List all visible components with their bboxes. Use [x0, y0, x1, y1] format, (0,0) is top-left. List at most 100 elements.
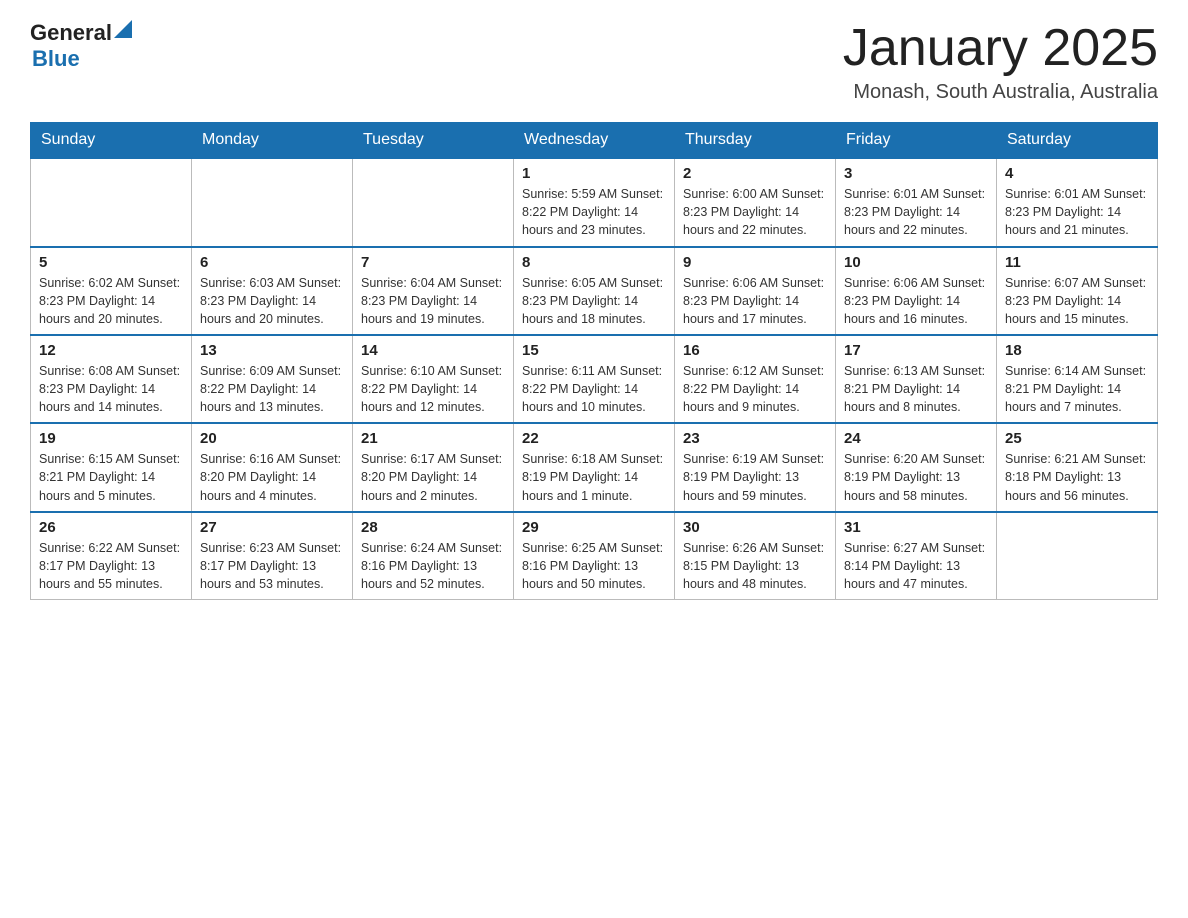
day-info: Sunrise: 6:18 AM Sunset: 8:19 PM Dayligh…	[522, 450, 666, 504]
calendar-cell: 23 Sunrise: 6:19 AM Sunset: 8:19 PM Dayli…	[675, 423, 836, 511]
calendar-week-row-1: 1 Sunrise: 5:59 AM Sunset: 8:22 PM Daylig…	[31, 158, 1158, 246]
day-number: 31	[844, 519, 988, 536]
day-info: Sunrise: 6:19 AM Sunset: 8:19 PM Dayligh…	[683, 450, 827, 504]
calendar-header-row: SundayMondayTuesdayWednesdayThursdayFrid…	[31, 123, 1158, 159]
calendar-cell: 29Sunrise: 6:25 AM Sunset: 8:16 PM Dayli…	[514, 512, 675, 600]
day-info: Sunrise: 6:17 AM Sunset: 8:20 PM Dayligh…	[361, 450, 505, 504]
calendar-cell: 5 Sunrise: 6:02 AM Sunset: 8:23 PM Daylig…	[31, 247, 192, 335]
calendar-cell: 8 Sunrise: 6:05 AM Sunset: 8:23 PM Daylig…	[514, 247, 675, 335]
calendar-cell: 19Sunrise: 6:15 AM Sunset: 8:21 PM Dayli…	[31, 423, 192, 511]
day-number: 28	[361, 519, 505, 536]
day-info: Sunrise: 6:23 AM Sunset: 8:17 PM Dayligh…	[200, 539, 344, 593]
day-number: 7	[361, 254, 505, 271]
calendar-cell	[997, 512, 1158, 600]
day-number: 29	[522, 519, 666, 536]
day-number: 15	[522, 342, 666, 359]
day-number: 21	[361, 430, 505, 447]
calendar-cell: 17 Sunrise: 6:13 AM Sunset: 8:21 PM Dayli…	[836, 335, 997, 423]
calendar-cell: 1 Sunrise: 5:59 AM Sunset: 8:22 PM Daylig…	[514, 158, 675, 246]
calendar-cell: 6Sunrise: 6:03 AM Sunset: 8:23 PM Daylig…	[192, 247, 353, 335]
calendar-header-wednesday: Wednesday	[514, 123, 675, 159]
day-info: Sunrise: 6:27 AM Sunset: 8:14 PM Dayligh…	[844, 539, 988, 593]
day-info: Sunrise: 6:20 AM Sunset: 8:19 PM Dayligh…	[844, 450, 988, 504]
title-block: January 2025 Monash, South Australia, Au…	[843, 20, 1158, 104]
day-info: Sunrise: 6:08 AM Sunset: 8:23 PM Dayligh…	[39, 362, 183, 416]
calendar-week-row-3: 12 Sunrise: 6:08 AM Sunset: 8:23 PM Dayli…	[31, 335, 1158, 423]
day-number: 23	[683, 430, 827, 447]
day-number: 2	[683, 165, 827, 182]
calendar-header-sunday: Sunday	[31, 123, 192, 159]
calendar-cell: 24 Sunrise: 6:20 AM Sunset: 8:19 PM Dayli…	[836, 423, 997, 511]
logo-text-blue: Blue	[32, 46, 80, 71]
day-info: Sunrise: 6:07 AM Sunset: 8:23 PM Dayligh…	[1005, 274, 1149, 328]
calendar-header-monday: Monday	[192, 123, 353, 159]
day-info: Sunrise: 6:05 AM Sunset: 8:23 PM Dayligh…	[522, 274, 666, 328]
calendar-table: SundayMondayTuesdayWednesdayThursdayFrid…	[30, 122, 1158, 600]
day-info: Sunrise: 6:13 AM Sunset: 8:21 PM Dayligh…	[844, 362, 988, 416]
day-info: Sunrise: 6:01 AM Sunset: 8:23 PM Dayligh…	[1005, 185, 1149, 239]
page-title: January 2025	[843, 20, 1158, 77]
calendar-cell: 16Sunrise: 6:12 AM Sunset: 8:22 PM Dayli…	[675, 335, 836, 423]
day-info: Sunrise: 6:12 AM Sunset: 8:22 PM Dayligh…	[683, 362, 827, 416]
calendar-cell: 12 Sunrise: 6:08 AM Sunset: 8:23 PM Dayli…	[31, 335, 192, 423]
day-info: Sunrise: 6:09 AM Sunset: 8:22 PM Dayligh…	[200, 362, 344, 416]
day-number: 24	[844, 430, 988, 447]
calendar-cell: 9 Sunrise: 6:06 AM Sunset: 8:23 PM Daylig…	[675, 247, 836, 335]
day-info: Sunrise: 6:06 AM Sunset: 8:23 PM Dayligh…	[683, 274, 827, 328]
day-number: 9	[683, 254, 827, 271]
day-info: Sunrise: 6:26 AM Sunset: 8:15 PM Dayligh…	[683, 539, 827, 593]
day-info: Sunrise: 5:59 AM Sunset: 8:22 PM Dayligh…	[522, 185, 666, 239]
day-info: Sunrise: 6:14 AM Sunset: 8:21 PM Dayligh…	[1005, 362, 1149, 416]
day-number: 10	[844, 254, 988, 271]
day-number: 18	[1005, 342, 1149, 359]
day-number: 12	[39, 342, 183, 359]
calendar-cell: 15 Sunrise: 6:11 AM Sunset: 8:22 PM Dayli…	[514, 335, 675, 423]
day-number: 1	[522, 165, 666, 182]
day-info: Sunrise: 6:02 AM Sunset: 8:23 PM Dayligh…	[39, 274, 183, 328]
page-header: General Blue January 2025 Monash, South …	[30, 20, 1158, 104]
calendar-cell: 10 Sunrise: 6:06 AM Sunset: 8:23 PM Dayli…	[836, 247, 997, 335]
calendar-cell: 22 Sunrise: 6:18 AM Sunset: 8:19 PM Dayli…	[514, 423, 675, 511]
calendar-cell: 14Sunrise: 6:10 AM Sunset: 8:22 PM Dayli…	[353, 335, 514, 423]
day-number: 22	[522, 430, 666, 447]
day-number: 30	[683, 519, 827, 536]
day-info: Sunrise: 6:22 AM Sunset: 8:17 PM Dayligh…	[39, 539, 183, 593]
calendar-header-tuesday: Tuesday	[353, 123, 514, 159]
calendar-cell: 30 Sunrise: 6:26 AM Sunset: 8:15 PM Dayli…	[675, 512, 836, 600]
day-number: 6	[200, 254, 344, 271]
day-info: Sunrise: 6:24 AM Sunset: 8:16 PM Dayligh…	[361, 539, 505, 593]
calendar-cell: 21 Sunrise: 6:17 AM Sunset: 8:20 PM Dayli…	[353, 423, 514, 511]
day-info: Sunrise: 6:11 AM Sunset: 8:22 PM Dayligh…	[522, 362, 666, 416]
calendar-cell: 7Sunrise: 6:04 AM Sunset: 8:23 PM Daylig…	[353, 247, 514, 335]
day-number: 19	[39, 430, 183, 447]
day-number: 20	[200, 430, 344, 447]
page-subtitle: Monash, South Australia, Australia	[843, 81, 1158, 104]
calendar-cell: 28 Sunrise: 6:24 AM Sunset: 8:16 PM Dayli…	[353, 512, 514, 600]
day-number: 25	[1005, 430, 1149, 447]
calendar-cell	[31, 158, 192, 246]
calendar-cell	[192, 158, 353, 246]
logo-triangle-icon	[114, 20, 132, 38]
calendar-cell: 20Sunrise: 6:16 AM Sunset: 8:20 PM Dayli…	[192, 423, 353, 511]
calendar-cell: 25Sunrise: 6:21 AM Sunset: 8:18 PM Dayli…	[997, 423, 1158, 511]
day-number: 27	[200, 519, 344, 536]
day-number: 11	[1005, 254, 1149, 271]
calendar-header-friday: Friday	[836, 123, 997, 159]
day-number: 17	[844, 342, 988, 359]
calendar-cell: 2Sunrise: 6:00 AM Sunset: 8:23 PM Daylig…	[675, 158, 836, 246]
calendar-cell: 3Sunrise: 6:01 AM Sunset: 8:23 PM Daylig…	[836, 158, 997, 246]
calendar-cell: 11 Sunrise: 6:07 AM Sunset: 8:23 PM Dayli…	[997, 247, 1158, 335]
calendar-cell: 31 Sunrise: 6:27 AM Sunset: 8:14 PM Dayli…	[836, 512, 997, 600]
calendar-cell: 27 Sunrise: 6:23 AM Sunset: 8:17 PM Dayli…	[192, 512, 353, 600]
day-number: 8	[522, 254, 666, 271]
day-info: Sunrise: 6:06 AM Sunset: 8:23 PM Dayligh…	[844, 274, 988, 328]
day-number: 5	[39, 254, 183, 271]
calendar-header-thursday: Thursday	[675, 123, 836, 159]
calendar-week-row-4: 19Sunrise: 6:15 AM Sunset: 8:21 PM Dayli…	[31, 423, 1158, 511]
calendar-cell	[353, 158, 514, 246]
logo-text-general: General	[30, 20, 112, 46]
calendar-week-row-2: 5 Sunrise: 6:02 AM Sunset: 8:23 PM Daylig…	[31, 247, 1158, 335]
logo: General Blue	[30, 20, 132, 72]
day-info: Sunrise: 6:10 AM Sunset: 8:22 PM Dayligh…	[361, 362, 505, 416]
day-number: 13	[200, 342, 344, 359]
